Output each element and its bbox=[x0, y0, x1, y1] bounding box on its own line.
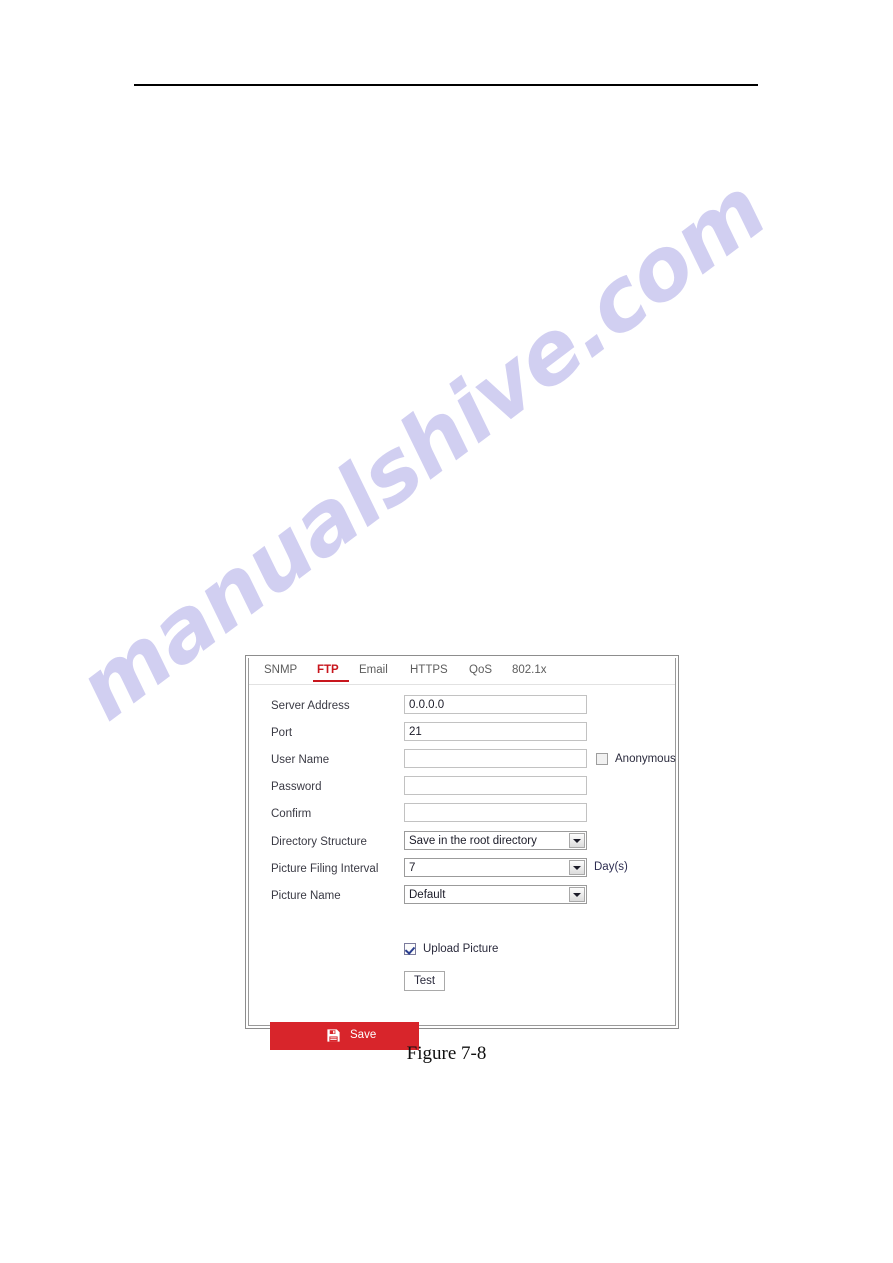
port-input[interactable]: 21 bbox=[404, 722, 587, 741]
label-port: Port bbox=[271, 727, 293, 739]
confirm-password-input[interactable] bbox=[404, 803, 587, 822]
page-header-rule bbox=[134, 84, 758, 86]
label-server-address: Server Address bbox=[271, 700, 350, 712]
label-directory-structure: Directory Structure bbox=[271, 836, 367, 848]
password-input[interactable] bbox=[404, 776, 587, 795]
tab-ftp[interactable]: FTP bbox=[317, 662, 339, 678]
upload-picture-checkbox[interactable] bbox=[404, 943, 416, 955]
network-settings-tabbar: SNMP FTP Email HTTPS QoS 802.1x bbox=[249, 659, 675, 685]
figure-caption: Figure 7-8 bbox=[406, 1043, 487, 1064]
label-password: Password bbox=[271, 781, 322, 793]
tab-email[interactable]: Email bbox=[359, 662, 388, 678]
tab-https[interactable]: HTTPS bbox=[410, 662, 448, 678]
picture-filing-interval-unit: Day(s) bbox=[594, 861, 628, 873]
tab-qos[interactable]: QoS bbox=[469, 662, 492, 678]
ftp-settings-panel: SNMP FTP Email HTTPS QoS 802.1x Server A… bbox=[245, 655, 679, 1050]
port-value: 21 bbox=[409, 726, 422, 738]
label-picture-filing-interval: Picture Filing Interval bbox=[271, 863, 379, 875]
test-button[interactable]: Test bbox=[404, 971, 445, 991]
tab-snmp[interactable]: SNMP bbox=[264, 662, 297, 678]
chevron-down-icon[interactable] bbox=[569, 833, 585, 848]
save-floppy-icon bbox=[327, 1029, 340, 1042]
picture-filing-interval-select[interactable]: 7 bbox=[404, 858, 587, 877]
server-address-input[interactable]: 0.0.0.0 bbox=[404, 695, 587, 714]
watermark: manualshive.com bbox=[0, 0, 893, 1263]
tab-ftp-active-underline bbox=[313, 679, 349, 682]
picture-name-value: Default bbox=[409, 889, 446, 901]
chevron-down-icon[interactable] bbox=[569, 887, 585, 902]
tab-802-1x[interactable]: 802.1x bbox=[512, 662, 547, 678]
anonymous-label: Anonymous bbox=[615, 753, 676, 765]
directory-structure-value: Save in the root directory bbox=[409, 835, 537, 847]
watermark-text: manualshive.com bbox=[59, 159, 784, 741]
label-confirm: Confirm bbox=[271, 808, 312, 820]
chevron-down-icon[interactable] bbox=[569, 860, 585, 875]
save-button-label: Save bbox=[350, 1029, 377, 1041]
upload-picture-label: Upload Picture bbox=[423, 943, 499, 955]
user-name-input[interactable] bbox=[404, 749, 587, 768]
label-user-name: User Name bbox=[271, 754, 330, 766]
server-address-value: 0.0.0.0 bbox=[409, 699, 445, 711]
anonymous-checkbox[interactable] bbox=[596, 753, 608, 765]
label-picture-name: Picture Name bbox=[271, 890, 341, 902]
picture-name-select[interactable]: Default bbox=[404, 885, 587, 904]
directory-structure-select[interactable]: Save in the root directory bbox=[404, 831, 587, 850]
picture-filing-interval-value: 7 bbox=[409, 862, 416, 874]
document-page: manualshive.com SNMP FTP Email HTTPS QoS… bbox=[0, 0, 893, 1263]
